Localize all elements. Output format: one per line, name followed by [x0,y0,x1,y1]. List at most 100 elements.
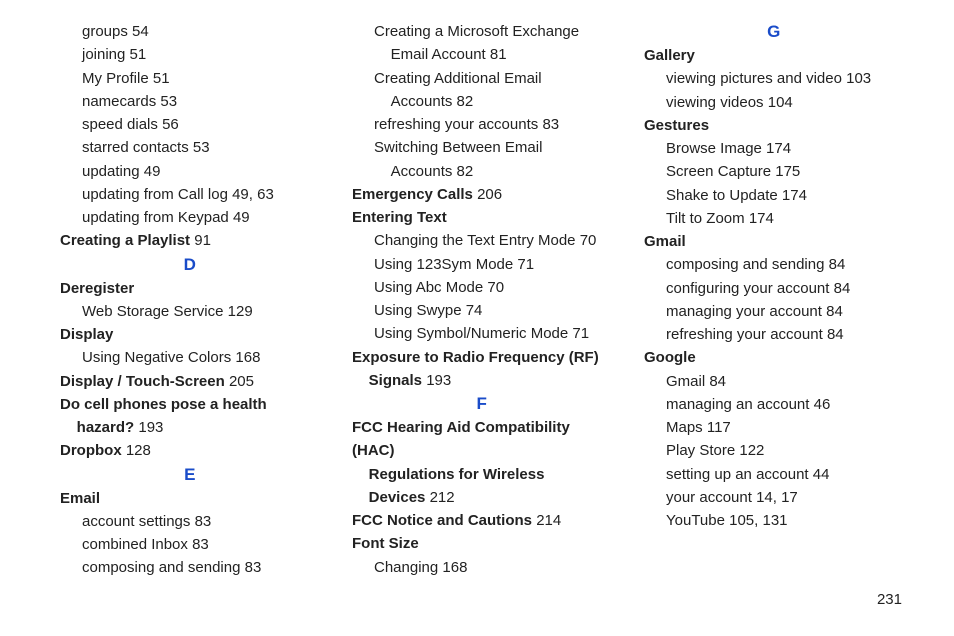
entry-text: Gestures [644,117,709,134]
entry-text: Deregister [60,280,134,297]
entry-text: Shake to Update [666,187,778,204]
entry-text: your account [666,489,752,506]
index-subentry: viewing pictures and video 103 [644,67,904,90]
page-ref: 82 [457,163,474,180]
page-ref: 17 [781,489,798,506]
page-ref: 168 [442,559,467,576]
entry-text: Using Swype [374,302,462,319]
entry-text: Switching Between Email [374,139,542,156]
entry-text: Tilt to Zoom [666,210,745,227]
page-ref: 46 [814,396,831,413]
entry-text: refreshing your account [666,326,823,343]
index-subentry: Tilt to Zoom 174 [644,207,904,230]
index-term: Creating a Playlist 91 [60,229,320,252]
index-term: Google [644,346,904,369]
page-ref: 53 [193,139,210,156]
index-term: Email [60,487,320,510]
page-ref: 84 [709,373,726,390]
index-subentry: Creating Additional Email Accounts 82 [352,67,612,114]
index-term: Display / Touch-Screen 205 [60,370,320,393]
entry-text: Display [60,326,113,343]
index-term: FCC Hearing Aid Compatibility (HAC) Regu… [352,416,612,509]
index-term: Entering Text [352,206,612,229]
entry-text: Dropbox [60,442,122,459]
index-subentry: configuring your account 84 [644,277,904,300]
page-ref: 105 [729,512,754,529]
page-ref: 70 [487,279,504,296]
entry-text: My Profile [82,70,149,87]
entry-text: Using Abc Mode [374,279,483,296]
entry-text: updating from Keypad [82,209,229,226]
index-subentry: Maps 117 [644,416,904,439]
page-ref: 103 [846,70,871,87]
index-letter: E [60,465,320,485]
page-ref: 51 [153,70,170,87]
page-ref: 91 [194,232,211,249]
page-ref: 174 [782,187,807,204]
index-subentry: starred contacts 53 [60,136,320,159]
index-subentry: refreshing your account 84 [644,323,904,346]
index-subentry: joining 51 [60,43,320,66]
index-subentry: Web Storage Service 129 [60,300,320,323]
index-page: groups 54joining 51My Profile 51namecard… [0,0,954,580]
page-ref: 74 [466,302,483,319]
entry-text: groups [82,23,128,40]
entry-text: Using Negative Colors [82,349,231,366]
page-ref: 53 [160,93,177,110]
entry-text: Do cell phones pose a health [60,396,267,413]
index-term: FCC Notice and Cautions 214 [352,509,612,532]
index-term: Gmail [644,230,904,253]
entry-text: joining [82,46,125,63]
page-ref: 174 [749,210,774,227]
entry-text: FCC Hearing Aid Compatibility (HAC) [352,419,570,459]
entry-text: Display / Touch-Screen [60,373,225,390]
entry-text: Changing [374,559,438,576]
index-term: Exposure to Radio Frequency (RF) Signals… [352,346,612,393]
page-ref: 128 [126,442,151,459]
page-ref: 14 [756,489,773,506]
index-subentry: updating 49 [60,160,320,183]
entry-text: hazard? [60,419,134,436]
entry-text: Gmail [666,373,705,390]
index-subentry: namecards 53 [60,90,320,113]
index-subentry: your account 14, 17 [644,486,904,509]
index-subentry: updating from Keypad 49 [60,206,320,229]
entry-text: viewing pictures and video [666,70,842,87]
entry-text: namecards [82,93,156,110]
index-subentry: Screen Capture 175 [644,160,904,183]
page-ref: 84 [827,326,844,343]
page-ref: 44 [813,466,830,483]
index-subentry: managing an account 46 [644,393,904,416]
entry-text: Emergency Calls [352,186,473,203]
entry-text: Email [60,490,100,507]
index-term: Emergency Calls 206 [352,183,612,206]
index-term: Dropbox 128 [60,439,320,462]
entry-text: Web Storage Service [82,303,223,320]
page-ref: 82 [457,93,474,110]
index-subentry: speed dials 56 [60,113,320,136]
entry-text: Google [644,349,696,366]
entry-text: Entering Text [352,209,447,226]
entry-text: Screen Capture [666,163,771,180]
page-ref: 104 [768,94,793,111]
index-subentry: viewing videos 104 [644,91,904,114]
page-ref: 71 [572,325,589,342]
page-ref: 84 [826,303,843,320]
page-ref: 49 [233,209,250,226]
entry-text: Gmail [644,233,686,250]
entry-text: Browse Image [666,140,762,157]
page-ref: 214 [536,512,561,529]
index-letter: D [60,255,320,275]
entry-text: FCC Notice and Cautions [352,512,532,529]
entry-text: YouTube [666,512,725,529]
page-ref: 83 [192,536,209,553]
index-term: Gallery [644,44,904,67]
page-ref: 49 [232,186,249,203]
page-ref: 206 [477,186,502,203]
page-ref: 51 [130,46,147,63]
entry-text: Maps [666,419,703,436]
page-ref: 168 [235,349,260,366]
index-letter: G [644,22,904,42]
page-ref: 174 [766,140,791,157]
index-subentry: Browse Image 174 [644,137,904,160]
